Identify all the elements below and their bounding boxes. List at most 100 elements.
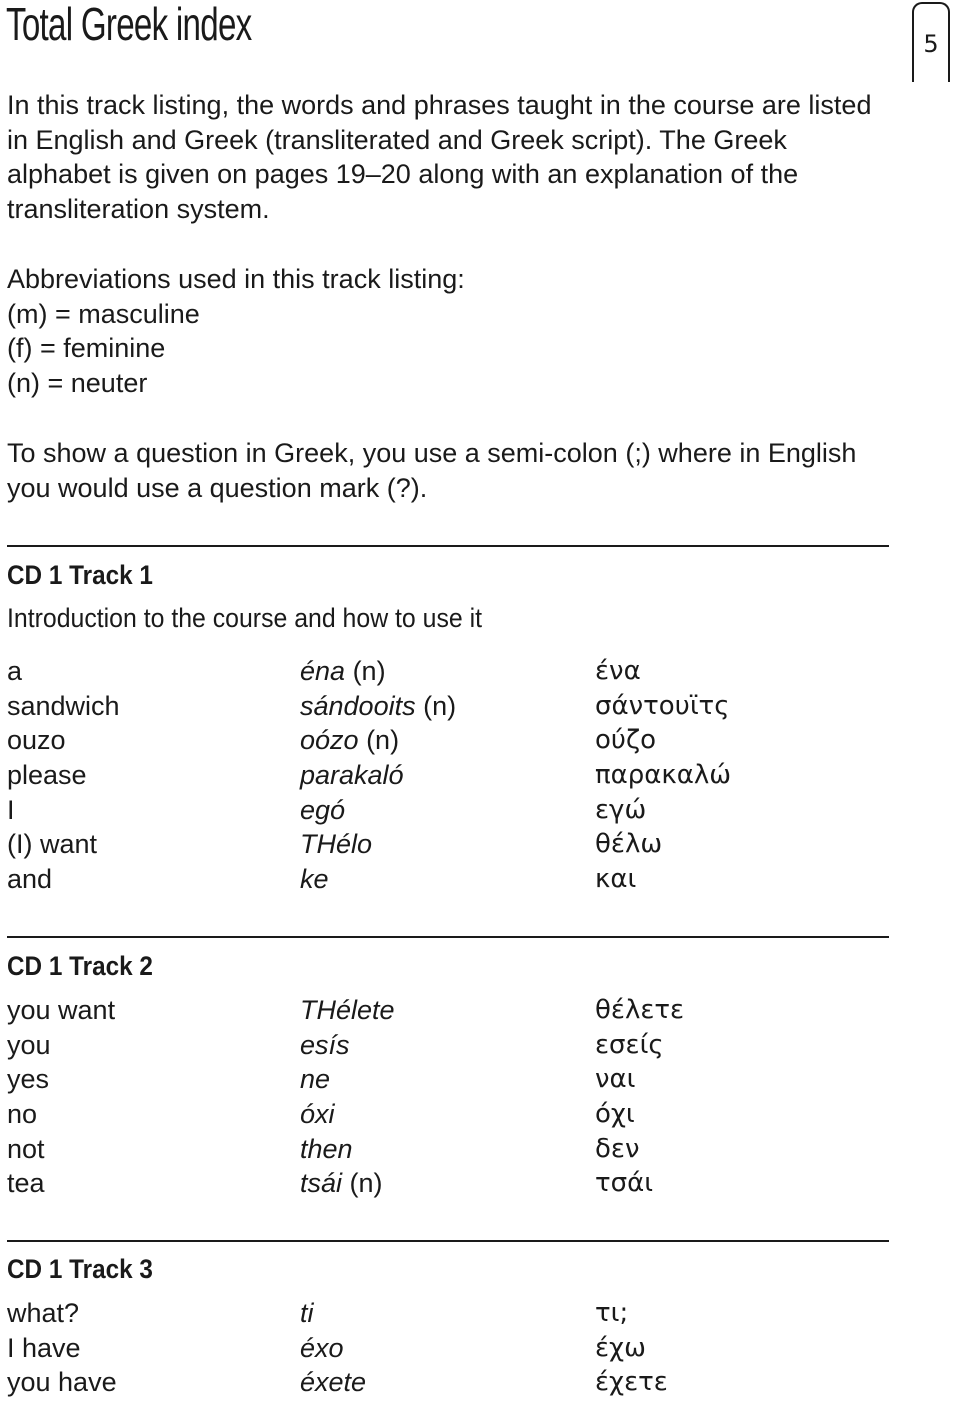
vocab-row: sandwich sándooits (n) σάντουϊτς	[7, 689, 907, 724]
vocab-row: yes ne ναι	[7, 1062, 907, 1097]
transliteration-word: ne	[300, 1064, 331, 1095]
greek-word: θέλω	[595, 829, 663, 860]
transliteration-word: tsái	[300, 1168, 343, 1199]
english-word: you have	[7, 1367, 117, 1398]
page-number: 5	[923, 30, 939, 58]
vocab-row: a éna (n) ένα	[7, 654, 907, 689]
transliteration-word: óxi	[300, 1099, 335, 1130]
greek-word: ούζο	[595, 725, 657, 756]
transliteration-word: éxete	[300, 1367, 367, 1398]
english-word: you	[7, 1029, 51, 1060]
greek-word: όχι	[595, 1099, 635, 1130]
transliteration-word: éxo	[300, 1332, 344, 1363]
track-subtitle: Introduction to the course and how to us…	[7, 603, 483, 633]
vocab-row: tea tsái (n) τσάι	[7, 1166, 907, 1201]
greek-word: τι;	[595, 1298, 629, 1328]
transliteration-word: THélo	[300, 829, 373, 860]
vocab-list: you want THélete θέλετε you esís εσείς yes ne να…	[7, 993, 907, 1201]
english-word: tea	[7, 1168, 45, 1199]
vocab-row: (I) want THélo θέλω	[7, 827, 907, 862]
greek-word: σάντουϊτς	[595, 690, 730, 721]
question-note: To show a question in Greek, you use a s…	[7, 438, 857, 503]
greek-word: θέλετε	[595, 995, 685, 1025]
english-word: and	[7, 864, 53, 895]
transliteration: egó	[300, 793, 345, 828]
page-title: Total Greek index	[6, 0, 252, 50]
english-word: not	[7, 1133, 45, 1164]
gender-marker: (n)	[342, 1168, 383, 1199]
greek-word: έχω	[595, 1332, 646, 1363]
vocab-row: please parakaló παρακαλώ	[7, 758, 907, 793]
abbreviation-masculine: (m) = masculine	[7, 298, 200, 329]
vocab-row: no óxi όχι	[7, 1097, 907, 1132]
english-word: I	[7, 794, 15, 825]
vocab-row: I have éxo έχω	[7, 1331, 907, 1366]
track-heading: CD 1 Track 1	[7, 560, 153, 590]
transliteration-word: sándooits	[300, 690, 416, 721]
transliteration-word: parakaló	[300, 760, 404, 791]
greek-word: εσείς	[595, 1029, 664, 1060]
greek-word: τσάι	[595, 1168, 654, 1199]
abbreviations-heading: Abbreviations used in this track listing…	[7, 264, 465, 294]
transliteration-word: ti	[300, 1298, 314, 1328]
section-divider	[7, 1240, 889, 1242]
transliteration: THélete	[300, 993, 395, 1028]
vocab-list: a éna (n) ένα sandwich sándooits (n) σάντουϊτ…	[7, 654, 907, 897]
abbreviation-neuter: (n) = neuter	[7, 368, 148, 399]
english-word: yes	[7, 1064, 50, 1095]
intro-paragraph: In this track listing, the words and phr…	[7, 90, 872, 225]
vocab-row: you esís εσείς	[7, 1028, 907, 1063]
vocab-row: you have éxete έχετε	[7, 1365, 907, 1400]
vocab-row: and ke και	[7, 862, 907, 897]
transliteration: éna (n)	[300, 654, 386, 689]
vocab-list: what? ti τι; I have éxo έχω you have éxete έχετε	[7, 1296, 907, 1400]
abbreviations-block: Abbreviations used in this track listing…	[7, 262, 465, 401]
greek-word: εγώ	[595, 794, 647, 825]
transliteration-word: esís	[300, 1029, 350, 1060]
vocab-row: what? ti τι;	[7, 1296, 907, 1331]
gender-marker: (n)	[358, 725, 400, 756]
transliteration: éxo	[300, 1331, 344, 1366]
gender-marker: (n)	[345, 656, 386, 686]
transliteration-word: oózo	[300, 725, 359, 756]
transliteration: ti	[300, 1296, 314, 1331]
english-word: (I) want	[7, 829, 98, 860]
vocab-row: ouzo oózo (n) ούζο	[7, 723, 907, 758]
english-word: please	[7, 760, 87, 791]
transliteration: éxete	[300, 1365, 366, 1400]
english-word: what?	[7, 1298, 80, 1328]
greek-word: παρακαλώ	[595, 760, 732, 791]
section-divider	[7, 545, 889, 547]
transliteration: parakaló	[300, 758, 404, 793]
english-word: a	[7, 656, 23, 686]
transliteration: esís	[300, 1028, 350, 1063]
transliteration: THélo	[300, 827, 372, 862]
transliteration: oózo (n)	[300, 723, 399, 758]
transliteration: ke	[300, 862, 329, 897]
transliteration-word: THélete	[300, 995, 395, 1025]
transliteration: óxi	[300, 1097, 335, 1132]
abbreviation-feminine: (f) = feminine	[7, 333, 166, 364]
transliteration: sándooits (n)	[300, 689, 456, 724]
vocab-row: Iegó εγώ	[7, 793, 907, 828]
greek-word: έχετε	[595, 1367, 668, 1398]
transliteration-word: ke	[300, 864, 329, 895]
section-divider	[7, 936, 889, 938]
vocab-row: you want THélete θέλετε	[7, 993, 907, 1028]
vocab-row: not then δεν	[7, 1132, 907, 1167]
page-number-tab: 5	[912, 2, 950, 82]
transliteration-word: then	[300, 1133, 353, 1164]
gender-marker: (n)	[415, 690, 457, 721]
track-heading: CD 1 Track 3	[7, 1254, 153, 1284]
transliteration-word: egó	[300, 794, 346, 825]
english-word: ouzo	[7, 725, 66, 756]
transliteration: ne	[300, 1062, 330, 1097]
english-word: no	[7, 1099, 38, 1130]
greek-word: ένα	[595, 656, 641, 686]
transliteration-word: éna	[300, 656, 346, 686]
greek-word: ναι	[595, 1064, 636, 1095]
greek-word: δεν	[595, 1133, 640, 1164]
greek-word: και	[595, 864, 637, 895]
english-word: sandwich	[7, 690, 120, 721]
transliteration: tsái (n)	[300, 1166, 383, 1201]
